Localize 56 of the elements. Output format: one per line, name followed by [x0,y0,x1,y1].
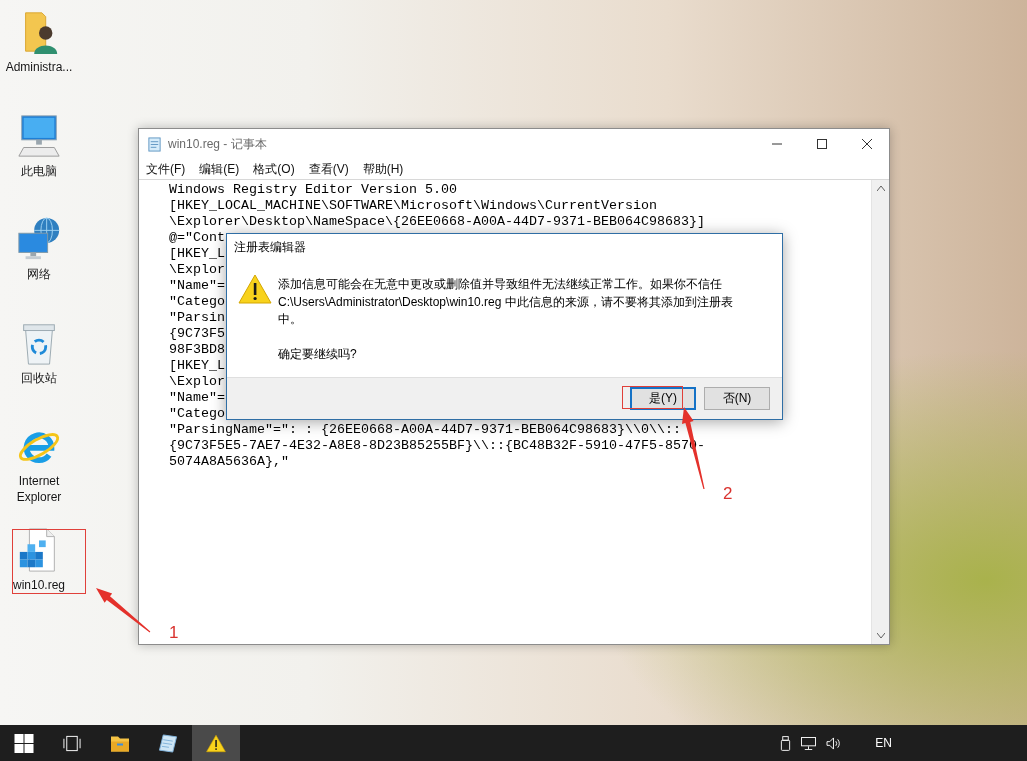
menu-item[interactable]: 文件(F) [139,160,193,178]
desktop-icon-label[interactable]: 回收站 [21,369,57,386]
text-line: \Explor [169,262,225,278]
annotation-number: 2 [723,484,733,504]
text-line: "Catego [169,406,225,422]
text-line: \Explorer\Desktop\NameSpace\{26EE0668-A00A-44D7-9371-BEB064C98683}] [169,214,705,230]
language-indicator[interactable]: EN [875,736,892,750]
text-line: {9C73F5 [169,326,225,342]
text-line: [HKEY_LOCAL_MACHINE\SOFTWARE\Microsoft\Windows\CurrentVersion [169,198,657,214]
speaker-icon[interactable] [826,736,842,750]
caret-down-icon[interactable] [876,633,885,638]
caret-up-icon[interactable] [876,186,885,191]
taskbar-button[interactable] [192,725,240,761]
menu-item[interactable]: 编辑(E) [192,160,247,178]
menu-item[interactable]: 帮助(H) [355,160,411,178]
text-line: 98F3BD8 [169,342,225,358]
desktop-icon-label[interactable]: 此电脑 [21,162,57,179]
usb-drive-icon[interactable] [780,735,792,751]
annotation-number: 1 [169,623,179,643]
desktop-icon-label[interactable]: Internet Explorer [1,473,77,505]
menu-item[interactable]: 格式(O) [246,160,302,178]
text-line: "ParsingName"=": : {26EE0668-A00A-44D7-9371-BEB064C98683}\\0\\:: [169,422,681,438]
close-icon [861,139,872,149]
yes-button[interactable]: 是(Y) [630,387,696,410]
window-title: win10.reg - 记事本 [168,135,267,153]
desktop-icon-label[interactable]: 网络 [27,266,51,282]
notepad-icon [147,136,162,152]
text-line: [HKEY_L [169,358,225,374]
computer-icon[interactable] [16,112,62,159]
text-line: "Catego [169,294,225,310]
vertical-scrollbar[interactable] [871,180,889,644]
task-view-icon [62,733,82,753]
text-line: 5074A8A5636A}," [169,454,289,470]
text-line: "Name"= [169,390,225,406]
text-line: [HKEY_L [169,246,225,262]
warning-message: 添加信息可能会在无意中更改或删除值并导致组件无法继续正常工作。如果你不信任 C:\Users\Administrator\Desktop\win10.reg 中此信息的来源，请不要将其添加到注册表中。 [278,276,734,328]
warning-icon [238,274,272,304]
menu-item[interactable]: 查看(V) [301,160,356,178]
pointer-arrow [94,586,152,634]
highlight-frame [622,386,683,409]
monitor-icon[interactable] [801,736,817,750]
text-line: Windows Registry Editor Version 5.00 [169,182,457,198]
desktop-icon-label[interactable]: win10.reg [13,576,65,593]
no-button[interactable]: 否(N) [704,387,770,410]
notepad-icon [158,733,178,753]
maximize-icon [816,139,827,149]
confirm-question: 确定要继续吗? [278,345,358,363]
windows-logo-icon [14,733,34,753]
warning-icon [206,733,226,753]
text-line: "Name"= [169,278,225,294]
desktop-icon-label[interactable]: Administra... [5,59,73,75]
globe-monitor-icon[interactable] [16,216,62,262]
text-line: \Explor [169,374,225,390]
text-line: "Parsin [169,310,225,326]
text-line: @="Cont [169,230,225,246]
dialog-title: 注册表编辑器 [234,239,306,256]
